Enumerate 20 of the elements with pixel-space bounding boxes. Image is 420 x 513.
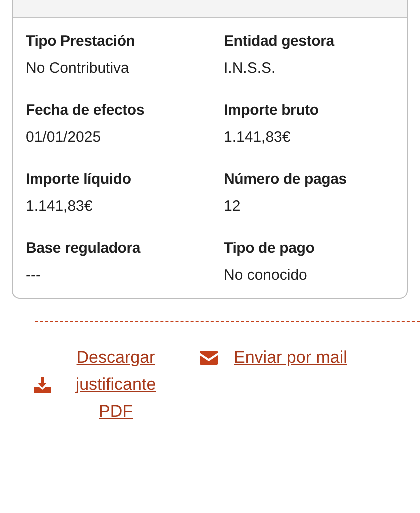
field-value: 01/01/2025 xyxy=(26,128,102,148)
field-label: Importe bruto xyxy=(224,101,320,121)
field-value: --- xyxy=(26,266,42,286)
field-label: Entidad gestora xyxy=(224,32,336,52)
field-value: 1.141,83€ xyxy=(224,128,292,148)
field-label: Tipo Prestación xyxy=(26,32,136,52)
field-value: I.N.S.S. xyxy=(224,59,277,79)
download-link[interactable]: Descargar justificante PDF xyxy=(34,344,180,425)
field-label: Base reguladora xyxy=(26,239,142,259)
field-value: 1.141,83€ xyxy=(26,197,94,217)
email-link[interactable]: Enviar por mail xyxy=(200,344,348,371)
field-value: No Contributiva xyxy=(26,59,130,79)
field-label: Fecha de efectos xyxy=(26,101,146,121)
field-value: 12 xyxy=(224,197,242,217)
field-label: Importe líquido xyxy=(26,170,132,190)
field-label: Número de pagas xyxy=(224,170,348,190)
field-label: Tipo de pago xyxy=(224,239,316,259)
download-icon xyxy=(34,376,51,392)
field-value: No conocido xyxy=(224,266,308,286)
mail-icon xyxy=(200,350,218,364)
